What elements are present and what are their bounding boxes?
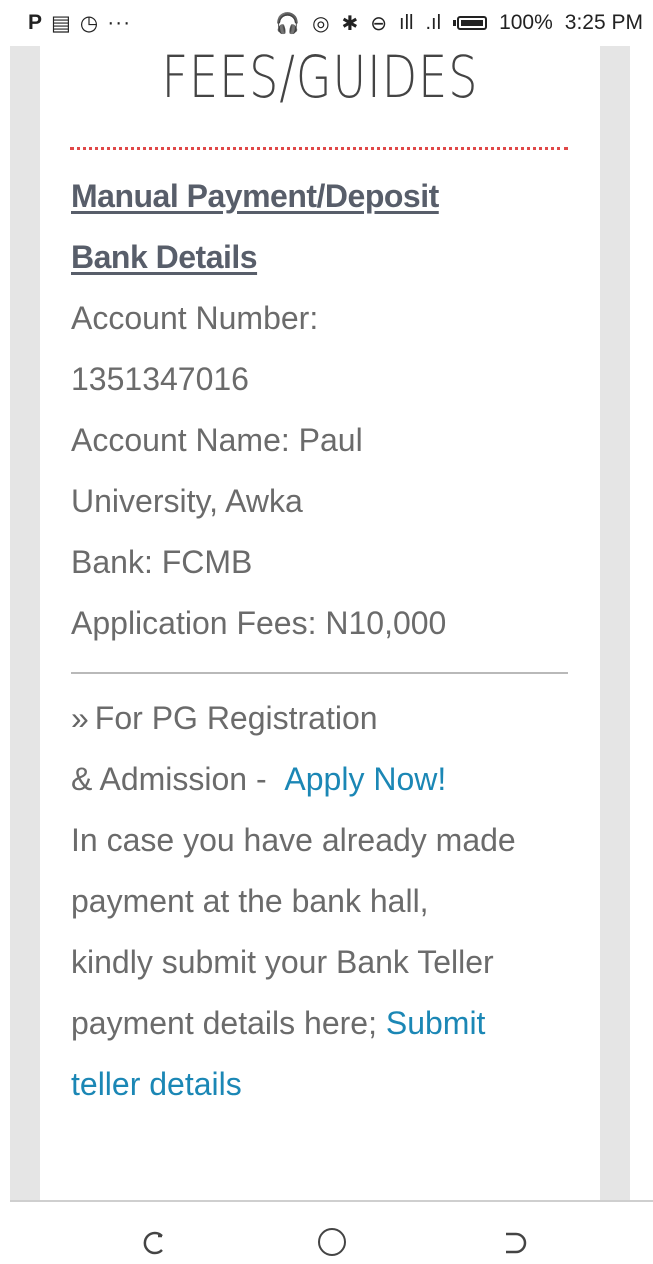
teller-text-line-2: payment at the bank hall,: [71, 883, 429, 919]
teller-link-line-2: teller details: [71, 1054, 581, 1115]
battery-percent: 100%: [499, 11, 553, 34]
submit-teller-link[interactable]: Submit: [386, 1005, 486, 1041]
pg-registration-text: For PG Registration: [94, 700, 378, 736]
dotted-divider: [70, 147, 568, 150]
apply-now-link[interactable]: Apply Now!: [284, 761, 446, 797]
recents-icon[interactable]: [500, 1228, 530, 1264]
notification-icons: P ▤ ◷ ···: [28, 11, 131, 36]
teller-text-line-3: kindly submit your Bank Teller: [71, 944, 494, 980]
system-icons: 🎧 ◎ ✱ ⊖ ıll .ıl 100% 3:25 PM: [275, 11, 643, 36]
headphones-icon: 🎧: [275, 12, 301, 35]
teller-text-prefix: payment details here;: [71, 1005, 386, 1041]
bank-details-heading: Manual Payment/Deposit: [71, 178, 439, 214]
admission-line: & Admission - Apply Now!: [71, 749, 581, 810]
account-name-line-2: University, Awka: [71, 483, 303, 519]
teller-text-line-4: payment details here; Submit: [71, 993, 581, 1054]
status-bar: P ▤ ◷ ··· 🎧 ◎ ✱ ⊖ ıll .ıl 100% 3:25 PM: [0, 0, 653, 46]
more-notifications-icon: ···: [107, 11, 132, 34]
double-chevron-icon: »: [71, 700, 89, 736]
dnd-icon: ⊖: [370, 12, 388, 35]
signal-sim2-icon: .ıl: [425, 11, 442, 34]
system-navbar: [0, 1202, 653, 1262]
clock: 3:25 PM: [564, 11, 643, 34]
hotspot-icon: ◎: [312, 12, 330, 35]
whatsapp-icon: ◷: [79, 11, 99, 35]
message-icon: ▤: [51, 11, 71, 35]
signal-sim1-icon: ıll: [399, 11, 414, 34]
teller-text-line-1: In case you have already made: [71, 822, 516, 858]
fees-content: Manual Payment/Deposit Bank Details Acco…: [71, 166, 581, 1115]
application-fees: Application Fees: N10,000: [71, 605, 447, 641]
section-divider: [71, 672, 568, 674]
bank-name: Bank: FCMB: [71, 544, 253, 580]
account-number-value: 1351347016: [71, 361, 249, 397]
account-number-label: Account Number:: [71, 300, 319, 336]
bluetooth-icon: ✱: [341, 12, 359, 35]
account-name-line-1: Account Name: Paul: [71, 422, 363, 458]
pinterest-icon: P: [28, 11, 43, 34]
bank-details-heading-2: Bank Details: [71, 239, 258, 275]
submit-teller-link-2[interactable]: teller details: [71, 1066, 242, 1102]
admission-text: & Admission -: [71, 761, 276, 797]
content-card: FEES/GUIDES Manual Payment/Deposit Bank …: [40, 46, 600, 1200]
battery-icon: [453, 16, 488, 30]
home-icon[interactable]: [318, 1228, 346, 1256]
page-title: FEES/GUIDES: [161, 43, 479, 111]
pg-registration-line: » For PG Registration: [71, 688, 581, 749]
back-icon[interactable]: [138, 1228, 168, 1264]
